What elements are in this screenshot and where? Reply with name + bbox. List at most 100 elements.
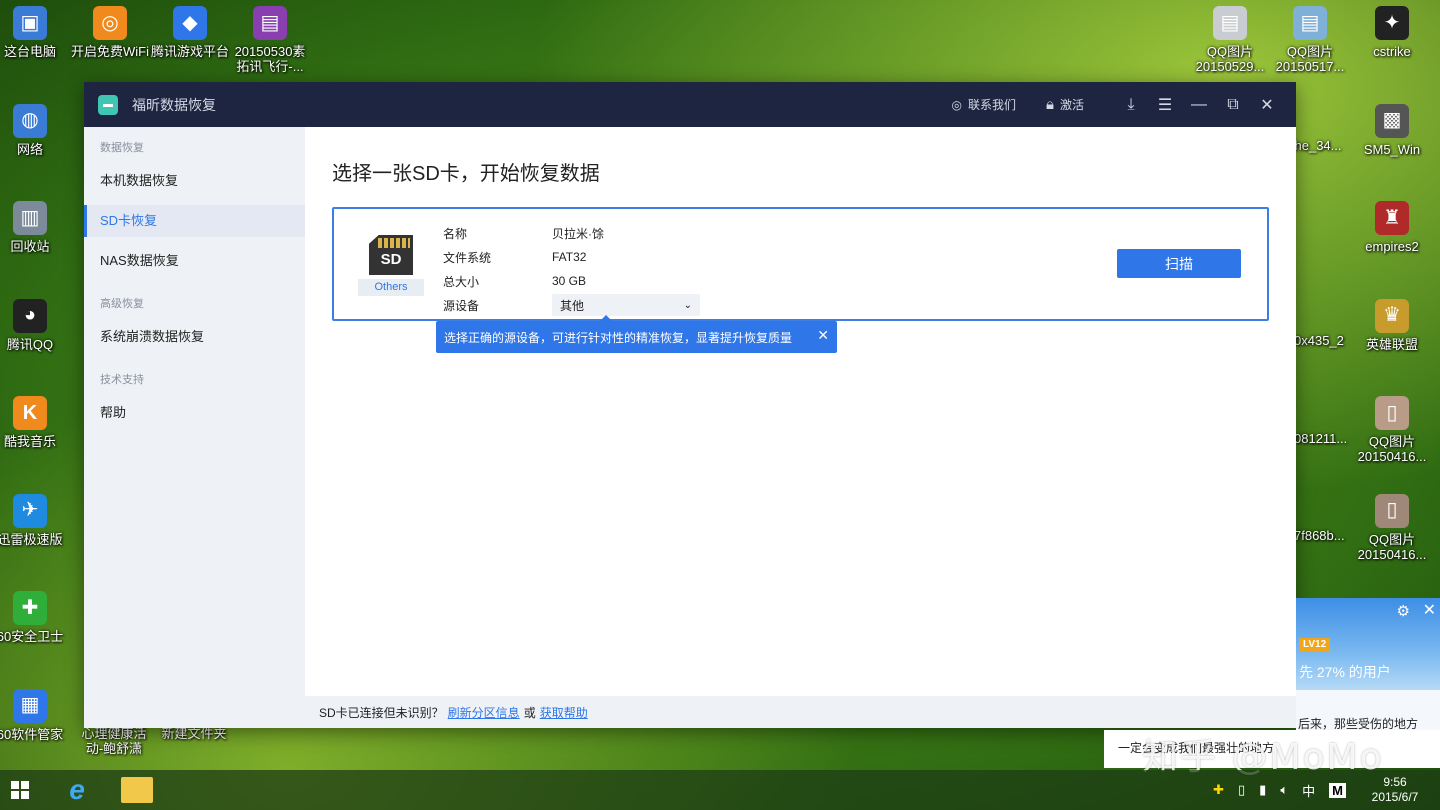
app-icon: ▥ bbox=[13, 201, 47, 235]
desktop-icon[interactable]: ♛ 英雄联盟 bbox=[1352, 298, 1432, 352]
restore-button[interactable]: ⧉ bbox=[1216, 90, 1250, 120]
app-icon: ◍ bbox=[13, 103, 47, 138]
desktop-icon[interactable]: ▣ 这台电脑 bbox=[0, 6, 70, 59]
desktop-icon-label: 英雄联盟 bbox=[1365, 336, 1418, 352]
taskbar-ie[interactable]: e bbox=[54, 770, 100, 810]
refresh-partition-link[interactable]: 刷新分区信息 bbox=[448, 704, 520, 721]
desktop-icon[interactable]: ▥ 回收站 bbox=[0, 201, 70, 254]
desktop-partial-label[interactable]: 081211... bbox=[1294, 431, 1354, 446]
desktop-icon-label: 开启免费WiFi bbox=[71, 44, 149, 59]
sidebar-item-sd-recovery[interactable]: SD卡恢复 bbox=[84, 205, 305, 237]
desktop-icon[interactable]: ▤ 20150530素拓讯飞行-... bbox=[230, 6, 310, 74]
activate-label: 激活 bbox=[1059, 98, 1084, 112]
title-bar[interactable]: 福昕数据恢复 ◎ 联系我们 🔒︎ 激活 ⤓ ☰ — ⧉ ✕ bbox=[84, 82, 1296, 127]
ime-indicator[interactable]: 中 bbox=[1302, 781, 1315, 800]
desktop-icon[interactable]: ▦ 60软件管家 bbox=[0, 688, 70, 742]
app-title: 福昕数据恢复 bbox=[132, 96, 216, 113]
desktop-icon[interactable]: ▤ QQ图片20150529... bbox=[1190, 6, 1270, 74]
desktop-icon-label: 20150530素拓讯飞行-... bbox=[234, 44, 306, 74]
sidebar-item-nas-recovery[interactable]: NAS数据恢复 bbox=[84, 245, 305, 277]
desktop-bottom-label[interactable]: 心理健康活动-鲍舒潇 bbox=[74, 726, 154, 756]
field-label: 源设备 bbox=[443, 298, 480, 313]
desktop-icon[interactable]: ✈ 迅雷极速版 bbox=[0, 493, 70, 547]
app-icon: ▣ bbox=[13, 6, 47, 40]
sd-card-item[interactable]: SD Others 名称 贝拉米·馀 文件系统 FAT32 总大小 30 GB 源设备… bbox=[332, 207, 1269, 321]
tooltip-close-icon[interactable]: ✕ bbox=[817, 327, 829, 344]
ie-icon: e bbox=[69, 774, 85, 805]
minimize-button[interactable]: — bbox=[1182, 90, 1216, 120]
app-icon: ✚ bbox=[13, 591, 47, 625]
desktop-partial-label[interactable]: che_34... bbox=[1288, 138, 1348, 153]
system-tray: ✚ ▯ ▮ 🔈︎ 中 M 9:56 2015/6/7 bbox=[1213, 775, 1440, 805]
desktop-icon[interactable]: ◍ 网络 bbox=[0, 103, 70, 157]
desktop-icon[interactable]: ▯ QQ图片20150416... bbox=[1352, 493, 1432, 562]
desktop-icon[interactable]: ▯ QQ图片20150416... bbox=[1352, 396, 1432, 464]
sidebar-item-crash-recovery[interactable]: 系统崩溃数据恢复 bbox=[84, 321, 305, 353]
source-device-select[interactable]: 其他 ⌄ bbox=[552, 294, 700, 316]
clock-date: 2015/6/7 bbox=[1371, 790, 1419, 804]
clock[interactable]: 9:56 2015/6/7 bbox=[1360, 775, 1430, 805]
desktop-icon-label: QQ图片20150416... bbox=[1357, 434, 1427, 464]
app-logo-icon bbox=[98, 94, 118, 115]
desktop-icon-label: SM5_Win bbox=[1363, 141, 1421, 157]
windows-logo-icon bbox=[11, 781, 29, 799]
volume-icon[interactable]: 🔈︎ bbox=[1280, 782, 1288, 798]
desktop-icon[interactable]: ▤ QQ图片20150517... bbox=[1270, 6, 1350, 74]
desktop-icon[interactable]: ♜ empires2 bbox=[1352, 201, 1432, 254]
desktop-icon[interactable]: ▩ SM5_Win bbox=[1352, 103, 1432, 157]
network-icon[interactable]: ▮ bbox=[1259, 782, 1266, 798]
desktop-icon[interactable]: ◕ 腾讯QQ bbox=[0, 298, 70, 352]
desktop-icon[interactable]: ✚ 60安全卫士 bbox=[0, 591, 70, 644]
contact-us-button[interactable]: ◎ 联系我们 bbox=[952, 96, 1017, 113]
field-label: 文件系统 bbox=[443, 250, 492, 265]
desktop-icon[interactable]: K 酷我音乐 bbox=[0, 396, 70, 449]
desktop-icon-label: 这台电脑 bbox=[3, 44, 56, 59]
taskbar-explorer[interactable] bbox=[114, 770, 160, 810]
sd-info: 名称 贝拉米·馀 文件系统 FAT32 总大小 30 GB 源设备 其他 ⌄ bbox=[443, 221, 700, 317]
app-icon: ▤ bbox=[1293, 6, 1327, 40]
minimize-icon: — bbox=[1191, 95, 1207, 113]
tray-app-icon[interactable]: ✚ bbox=[1213, 782, 1224, 798]
desktop-icon[interactable]: ◎ 开启免费WiFi bbox=[70, 6, 150, 59]
sd-type-tag: Others bbox=[358, 279, 424, 296]
sidebar-item-local-recovery[interactable]: 本机数据恢复 bbox=[84, 165, 305, 197]
menu-button[interactable]: ☰ bbox=[1148, 90, 1182, 120]
app-icon: ✦ bbox=[1375, 6, 1409, 40]
mail-icon[interactable]: M bbox=[1329, 782, 1346, 798]
sidebar-item-help[interactable]: 帮助 bbox=[84, 397, 305, 429]
download-button[interactable]: ⤓ bbox=[1114, 90, 1148, 120]
app-icon: ✈ bbox=[13, 493, 47, 528]
desktop-partial-label[interactable]: 0x435_2 bbox=[1294, 333, 1354, 348]
field-value: FAT32 bbox=[552, 250, 587, 264]
field-value: 贝拉米·馀 bbox=[552, 226, 604, 241]
app-icon: ◆ bbox=[173, 6, 207, 40]
desktop-icon-label: 腾讯游戏平台 bbox=[150, 44, 229, 59]
desktop-icon-label: 网络 bbox=[16, 141, 43, 157]
tooltip-text: 选择正确的源设备，可进行针对性的精准恢复，显著提升恢复质量 bbox=[444, 330, 793, 345]
sidebar-group-title: 技术支持 bbox=[100, 374, 144, 386]
desktop-icon[interactable]: ◆ 腾讯游戏平台 bbox=[150, 6, 230, 59]
get-help-link[interactable]: 获取帮助 bbox=[540, 704, 588, 721]
close-icon[interactable]: ✕ bbox=[1423, 600, 1436, 620]
field-value: 30 GB bbox=[552, 274, 587, 288]
app-icon: ▦ bbox=[13, 688, 47, 723]
desktop-bottom-label[interactable]: 新建文件夹 bbox=[154, 726, 234, 741]
desktop-partial-label[interactable]: 7f868b... bbox=[1294, 528, 1354, 543]
close-button[interactable]: ✕ bbox=[1250, 90, 1284, 120]
gear-icon[interactable]: ⚙ bbox=[1397, 602, 1410, 620]
sd-card-icon: SD Others bbox=[358, 229, 424, 299]
desktop-icon[interactable]: ✦ cstrike bbox=[1352, 6, 1432, 59]
desktop-icon-label: 迅雷极速版 bbox=[0, 531, 63, 547]
start-button[interactable] bbox=[0, 770, 40, 810]
scan-button[interactable]: 扫描 bbox=[1117, 249, 1241, 278]
desktop-icon-label: 酷我音乐 bbox=[3, 434, 56, 449]
battery-icon[interactable]: ▯ bbox=[1238, 782, 1245, 798]
activate-button[interactable]: 🔒︎ 激活 bbox=[1046, 96, 1084, 113]
app-icon: ◎ bbox=[93, 6, 127, 40]
restore-icon: ⧉ bbox=[1227, 95, 1239, 113]
notification-line: 后来，那些受伤的地方 bbox=[1296, 690, 1440, 731]
menu-icon: ☰ bbox=[1157, 96, 1173, 114]
notification-popup[interactable]: ⚙ ✕ LV12 先 27% 的用户 bbox=[1296, 598, 1440, 690]
desktop-icon-label: QQ图片20150529... bbox=[1195, 44, 1265, 74]
download-icon: ⤓ bbox=[1127, 95, 1135, 113]
